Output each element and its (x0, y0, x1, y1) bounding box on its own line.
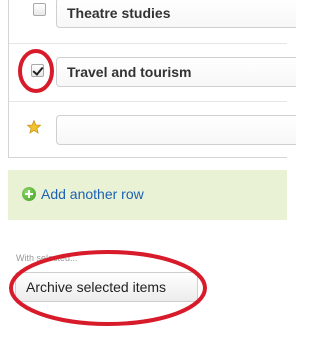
row-checkbox-travel[interactable] (31, 64, 44, 77)
panel-left-border (8, 0, 9, 158)
panel-bottom-border (8, 157, 287, 158)
subject-field-travel[interactable]: Travel and tourism (56, 57, 296, 87)
archive-selected-button[interactable]: Archive selected items (15, 272, 198, 302)
add-another-row-link[interactable]: Add another row (22, 186, 144, 202)
row-divider (9, 43, 287, 44)
star-icon[interactable] (27, 120, 41, 134)
subject-field-theatre[interactable]: Theatre studies (56, 0, 296, 28)
add-row-label: Add another row (41, 186, 144, 202)
row-divider (9, 101, 287, 102)
subject-list-panel: Theatre studies Travel and tourism (0, 0, 296, 158)
subject-field-new[interactable] (56, 115, 296, 145)
row-checkbox-theatre[interactable] (33, 3, 46, 16)
add-circle-icon (22, 187, 36, 201)
with-selected-label: With selected... (16, 253, 78, 263)
